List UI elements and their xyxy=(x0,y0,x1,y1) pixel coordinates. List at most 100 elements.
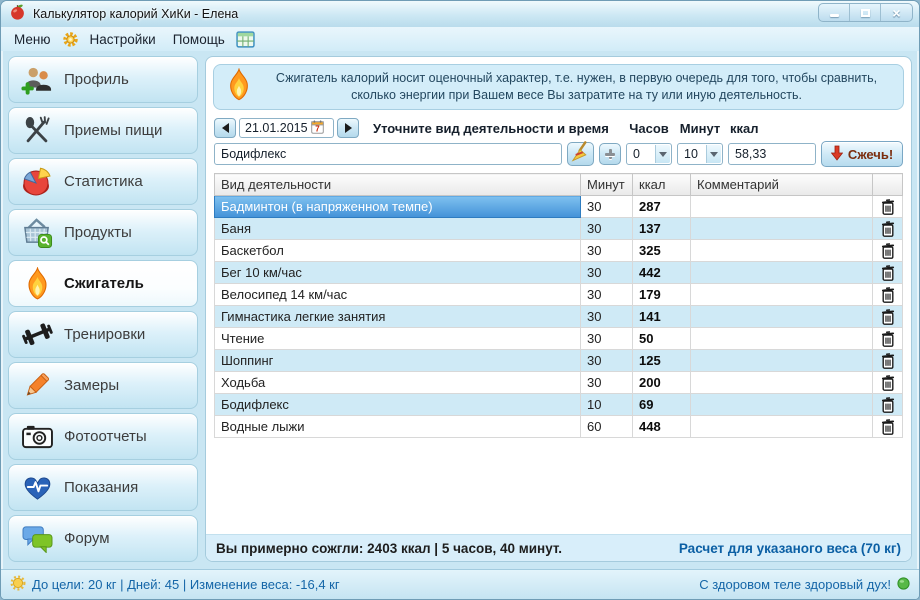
burn-button[interactable]: Сжечь! xyxy=(821,141,903,167)
heart-pulse-icon xyxy=(19,471,55,505)
sidebar-item-workouts[interactable]: Тренировки xyxy=(8,311,198,358)
activity-input[interactable] xyxy=(214,143,562,165)
table-row: Бадминтон (в напряженном темпе) 30 287 xyxy=(215,196,903,218)
activity-cell[interactable]: Бадминтон (в напряженном темпе) xyxy=(215,196,581,218)
sidebar-item-burner[interactable]: Сжигатель xyxy=(8,260,198,307)
date-field[interactable]: 21.01.2015 7 xyxy=(239,118,334,138)
column-header-actions xyxy=(873,174,903,196)
activity-cell[interactable]: Баскетбол xyxy=(215,240,581,262)
delete-button[interactable] xyxy=(873,262,903,284)
sidebar-item-products[interactable]: Продукты xyxy=(8,209,198,256)
clear-button[interactable] xyxy=(567,142,594,166)
delete-button[interactable] xyxy=(873,196,903,218)
comment-cell xyxy=(691,218,873,240)
delete-button[interactable] xyxy=(873,218,903,240)
app-window: Калькулятор калорий ХиКи - Елена × Меню … xyxy=(0,0,920,600)
column-header-minutes[interactable]: Минут xyxy=(581,174,633,196)
table-row: Баскетбол 30 325 xyxy=(215,240,903,262)
sidebar-item-meals[interactable]: Приемы пищи xyxy=(8,107,198,154)
sidebar-item-readings[interactable]: Показания xyxy=(8,464,198,511)
delete-button[interactable] xyxy=(873,306,903,328)
comment-cell xyxy=(691,372,873,394)
activity-cell[interactable]: Велосипед 14 км/час xyxy=(215,284,581,306)
sidebar-item-statistics[interactable]: Статистика xyxy=(8,158,198,205)
delete-button[interactable] xyxy=(873,284,903,306)
summary-bar: Вы примерно сожгли: 2403 ккал | 5 часов,… xyxy=(206,534,911,561)
calendar-icon[interactable]: 7 xyxy=(311,120,330,137)
minimize-button[interactable] xyxy=(819,4,850,21)
maximize-button[interactable] xyxy=(850,4,881,21)
red-arrow-down-icon xyxy=(831,145,843,164)
activity-cell[interactable]: Шоппинг xyxy=(215,350,581,372)
menubar: Меню Настройки Помощь xyxy=(1,27,919,51)
column-header-kcal[interactable]: ккал xyxy=(633,174,691,196)
trash-icon xyxy=(881,287,895,303)
close-button[interactable]: × xyxy=(881,4,912,21)
column-header-activity[interactable]: Вид деятельности xyxy=(215,174,581,196)
comment-cell xyxy=(691,262,873,284)
gear-icon[interactable] xyxy=(62,31,79,48)
delete-button[interactable] xyxy=(873,394,903,416)
dumbbell-icon xyxy=(19,318,55,352)
sidebar-item-photo-reports[interactable]: Фотоотчеты xyxy=(8,413,198,460)
chevron-right-icon xyxy=(345,123,352,133)
sidebar-item-forum[interactable]: Форум xyxy=(8,515,198,562)
delete-button[interactable] xyxy=(873,416,903,438)
add-activity-button[interactable] xyxy=(599,143,621,165)
minutes-cell: 30 xyxy=(581,306,633,328)
prev-day-button[interactable] xyxy=(214,118,236,138)
sidebar-item-profile[interactable]: Профиль xyxy=(8,56,198,103)
utensils-icon xyxy=(19,114,55,148)
activity-cell[interactable]: Бодифлекс xyxy=(215,394,581,416)
weight-note: Расчет для указаного веса (70 кг) xyxy=(679,541,901,556)
activity-table: Вид деятельности Минут ккал Комментарий … xyxy=(214,173,903,534)
window-title: Калькулятор калорий ХиКи - Елена xyxy=(33,7,238,21)
sidebar-item-label: Показания xyxy=(64,479,138,496)
hours-label: Часов xyxy=(626,121,672,136)
hours-select[interactable]: 0 xyxy=(626,143,672,165)
delete-button[interactable] xyxy=(873,350,903,372)
minutes-cell: 30 xyxy=(581,218,633,240)
minutes-label: Минут xyxy=(677,121,723,136)
pie-chart-icon xyxy=(19,165,55,199)
comment-cell xyxy=(691,306,873,328)
activity-cell[interactable]: Ходьба xyxy=(215,372,581,394)
pencil-icon xyxy=(19,369,55,403)
next-day-button[interactable] xyxy=(337,118,359,138)
table-row: Бег 10 км/час 30 442 xyxy=(215,262,903,284)
activity-cell[interactable]: Баня xyxy=(215,218,581,240)
comment-cell xyxy=(691,394,873,416)
delete-button[interactable] xyxy=(873,240,903,262)
menu-item-settings[interactable]: Настройки xyxy=(88,31,158,48)
trash-icon xyxy=(881,419,895,435)
close-icon: × xyxy=(892,6,900,20)
activity-cell[interactable]: Водные лыжи xyxy=(215,416,581,438)
date-value: 21.01.2015 xyxy=(245,121,308,135)
chat-bubbles-icon xyxy=(19,522,55,556)
kcal-cell: 50 xyxy=(633,328,691,350)
trash-icon xyxy=(881,309,895,325)
menu-item-menu[interactable]: Меню xyxy=(12,31,53,48)
sidebar-item-label: Тренировки xyxy=(64,326,145,343)
minutes-cell: 30 xyxy=(581,196,633,218)
comment-cell xyxy=(691,416,873,438)
hours-value: 0 xyxy=(633,147,640,161)
table-icon[interactable] xyxy=(236,31,255,48)
table-row: Чтение 30 50 xyxy=(215,328,903,350)
sidebar-item-label: Продукты xyxy=(64,224,132,241)
trash-icon xyxy=(881,221,895,237)
kcal-cell: 137 xyxy=(633,218,691,240)
minutes-select[interactable]: 10 xyxy=(677,143,723,165)
activity-cell[interactable]: Чтение xyxy=(215,328,581,350)
column-header-comment[interactable]: Комментарий xyxy=(691,174,873,196)
delete-button[interactable] xyxy=(873,372,903,394)
trash-icon xyxy=(881,199,895,215)
activity-cell[interactable]: Гимнастика легкие занятия xyxy=(215,306,581,328)
delete-button[interactable] xyxy=(873,328,903,350)
sidebar-item-label: Форум xyxy=(64,530,110,547)
kcal-input[interactable] xyxy=(728,143,816,165)
activity-cell[interactable]: Бег 10 км/час xyxy=(215,262,581,284)
menu-item-help[interactable]: Помощь xyxy=(171,31,227,48)
sidebar-item-measurements[interactable]: Замеры xyxy=(8,362,198,409)
kcal-cell: 179 xyxy=(633,284,691,306)
